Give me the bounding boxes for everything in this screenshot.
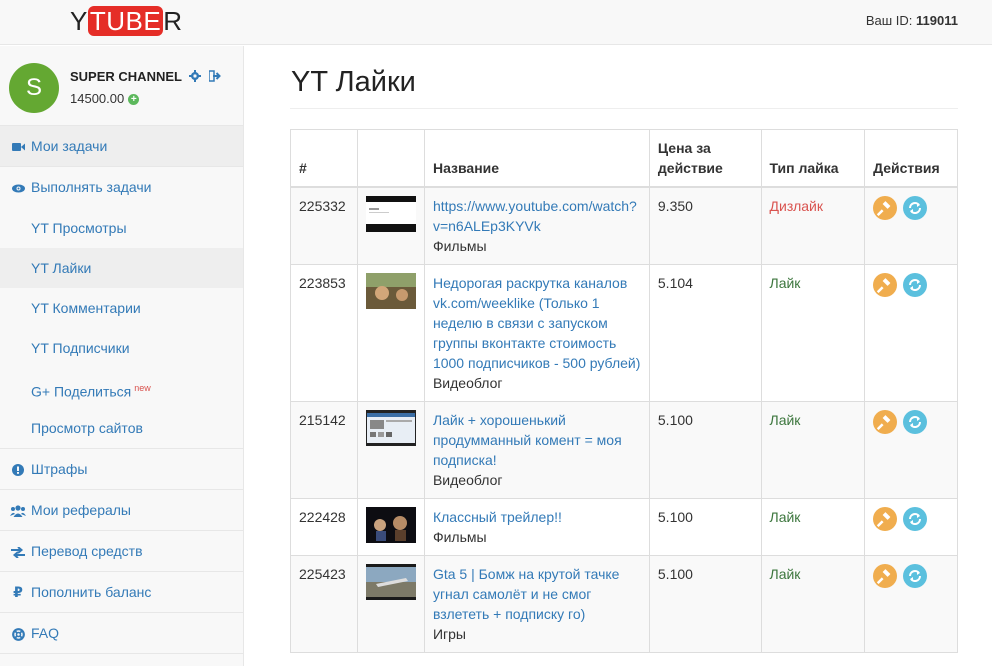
gavel-icon[interactable] bbox=[873, 564, 898, 588]
sidebar-item-referrals[interactable]: Мои рефералы bbox=[0, 490, 243, 531]
sidebar-item-transfer[interactable]: Перевод средств bbox=[0, 531, 243, 572]
video-thumbnail[interactable] bbox=[356, 401, 425, 499]
row-price: 5.104 bbox=[648, 264, 762, 402]
logout-icon[interactable] bbox=[208, 70, 221, 85]
new-badge: new bbox=[134, 383, 151, 393]
tasks-table: # Название Цена за действие Тип лайка Де… bbox=[290, 129, 958, 653]
task-link[interactable]: Классный трейлер!! bbox=[433, 509, 562, 525]
users-icon bbox=[10, 490, 26, 530]
sidebar-item-yt-comments[interactable]: YT Комментарии bbox=[0, 288, 243, 328]
row-like-type: Лайк bbox=[760, 264, 866, 402]
table-row: 222428 Классный трейлер!! Фильмы 5.100 Л… bbox=[290, 498, 958, 556]
add-funds-icon[interactable]: + bbox=[128, 94, 140, 106]
column-header-id: # bbox=[290, 129, 358, 188]
table-row: 215142 Лайк + хорошенький продумманный к… bbox=[290, 401, 958, 499]
gavel-icon[interactable] bbox=[873, 507, 898, 531]
row-price: 9.350 bbox=[648, 186, 762, 265]
video-thumbnail[interactable] bbox=[356, 498, 425, 556]
refresh-icon[interactable] bbox=[902, 196, 927, 220]
refresh-icon[interactable] bbox=[902, 564, 927, 588]
sidebar-item-my-tasks[interactable]: Мои задачи bbox=[0, 126, 243, 167]
column-header-thumb bbox=[356, 129, 425, 188]
avatar: S bbox=[9, 63, 59, 113]
sidebar-item-site-views[interactable]: Просмотр сайтов bbox=[0, 408, 243, 448]
sidebar-item-yt-views[interactable]: YT Просмотры bbox=[0, 208, 243, 248]
row-actions bbox=[864, 186, 958, 265]
row-price: 5.100 bbox=[648, 555, 762, 653]
profile-balance: 14500.00 + bbox=[70, 91, 140, 106]
column-header-title: Название bbox=[423, 129, 650, 188]
sidebar-item-faq[interactable]: FAQ bbox=[0, 613, 243, 654]
user-id: Ваш ID: 119011 bbox=[865, 13, 958, 28]
row-actions bbox=[864, 401, 958, 499]
gear-icon[interactable] bbox=[189, 70, 202, 85]
task-category: Фильмы bbox=[432, 238, 487, 254]
refresh-icon[interactable] bbox=[902, 507, 927, 531]
row-price: 5.100 bbox=[648, 498, 762, 556]
eye-icon bbox=[10, 167, 26, 207]
main-content: YT Лайки # Название Цена за действие Тип… bbox=[245, 46, 992, 666]
row-id: 223853 bbox=[290, 264, 358, 402]
gavel-icon[interactable] bbox=[873, 410, 898, 434]
sidebar: S SUPER CHANNEL 14500.00 + Мои задачи Вып… bbox=[0, 46, 244, 666]
gavel-icon[interactable] bbox=[873, 196, 898, 220]
refresh-icon[interactable] bbox=[902, 410, 927, 434]
profile-card: S SUPER CHANNEL 14500.00 + bbox=[0, 46, 243, 126]
row-id: 222428 bbox=[290, 498, 358, 556]
refresh-icon[interactable] bbox=[902, 273, 927, 297]
row-like-type: Дизлайк bbox=[760, 186, 866, 265]
row-actions bbox=[864, 498, 958, 556]
row-like-type: Лайк bbox=[760, 401, 866, 499]
sidebar-item-fines[interactable]: Штрафы bbox=[0, 449, 243, 490]
divider bbox=[290, 108, 958, 109]
task-link[interactable]: Лайк + хорошенький продумманный комент =… bbox=[433, 412, 622, 468]
table-row: 225332 https://www.youtube.com/watch?v=n… bbox=[290, 186, 958, 265]
ruble-icon: ₽ bbox=[13, 584, 23, 600]
sidebar-item-topup[interactable]: ₽ Пополнить баланс bbox=[0, 572, 243, 613]
column-header-actions: Действия bbox=[864, 129, 958, 188]
column-header-like-type: Тип лайка bbox=[760, 129, 866, 188]
sidebar-item-yt-subscribers[interactable]: YT Подписчики bbox=[0, 328, 243, 368]
task-category: Игры bbox=[432, 626, 466, 642]
lifebuoy-icon bbox=[10, 613, 26, 653]
exclamation-circle-icon bbox=[10, 449, 26, 489]
row-actions bbox=[864, 264, 958, 402]
video-thumbnail[interactable] bbox=[356, 264, 425, 402]
row-like-type: Лайк bbox=[760, 555, 866, 653]
gavel-icon[interactable] bbox=[873, 273, 898, 297]
transfer-arrows-icon bbox=[10, 531, 26, 571]
row-like-type: Лайк bbox=[760, 498, 866, 556]
row-id: 225332 bbox=[290, 186, 358, 265]
sidebar-item-do-tasks[interactable]: Выполнять задачи bbox=[0, 167, 243, 208]
profile-name: SUPER CHANNEL bbox=[70, 69, 221, 85]
top-navbar: YTUBER Ваш ID: 119011 bbox=[0, 0, 992, 45]
task-link[interactable]: Недорогая раскрутка каналов vk.com/weekl… bbox=[433, 275, 640, 371]
video-thumbnail[interactable] bbox=[356, 186, 425, 265]
video-camera-icon bbox=[10, 126, 26, 166]
site-logo[interactable]: YTUBER bbox=[70, 6, 182, 36]
task-link[interactable]: Gta 5 | Бомж на крутой тачке угнал самол… bbox=[433, 566, 620, 622]
sidebar-item-gplus-share[interactable]: G+ Поделиться new bbox=[0, 368, 243, 408]
table-row: 223853 Недорогая раскрутка каналов vk.co… bbox=[290, 264, 958, 402]
table-header-row: # Название Цена за действие Тип лайка Де… bbox=[290, 129, 958, 188]
row-id: 215142 bbox=[290, 401, 358, 499]
task-category: Видеоблог bbox=[432, 472, 503, 488]
table-row: 225423 Gta 5 | Бомж на крутой тачке угна… bbox=[290, 555, 958, 653]
video-thumbnail[interactable] bbox=[356, 555, 425, 653]
row-price: 5.100 bbox=[648, 401, 762, 499]
row-id: 225423 bbox=[290, 555, 358, 653]
sidebar-item-yt-likes[interactable]: YT Лайки bbox=[0, 248, 243, 288]
task-category: Фильмы bbox=[432, 529, 487, 545]
row-actions bbox=[864, 555, 958, 653]
task-link[interactable]: https://www.youtube.com/watch?v=n6ALEp3K… bbox=[433, 198, 637, 234]
column-header-price: Цена за действие bbox=[648, 129, 762, 188]
page-title: YT Лайки bbox=[291, 66, 416, 98]
task-category: Видеоблог bbox=[432, 375, 503, 391]
